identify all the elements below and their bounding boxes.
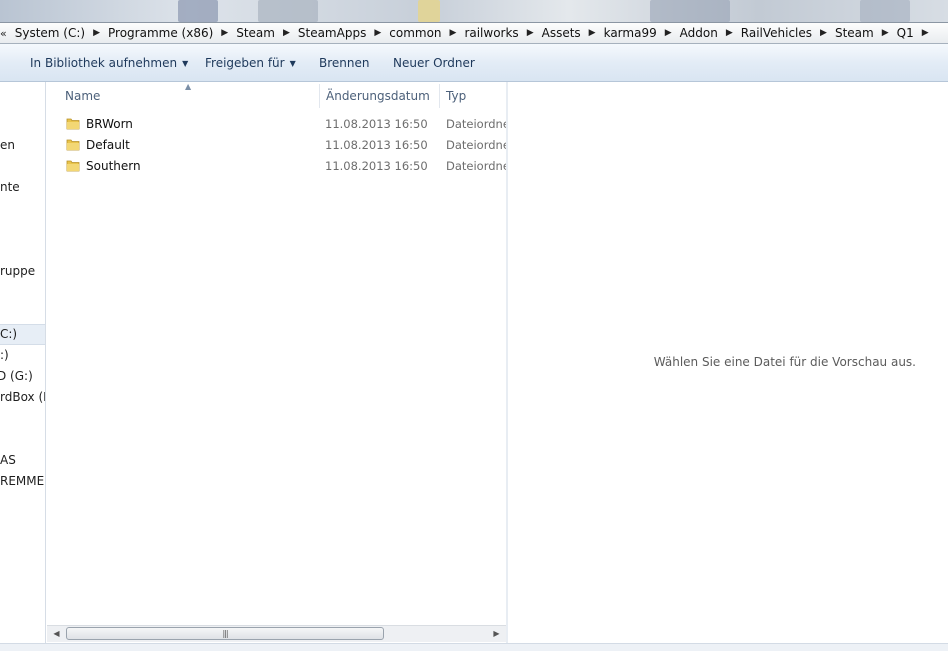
breadcrumb-segment[interactable]: Steam ▶ bbox=[829, 26, 891, 40]
nav-item[interactable]: D (G:) bbox=[0, 369, 33, 383]
new-folder-label: Neuer Ordner bbox=[393, 56, 475, 70]
file-name[interactable]: BRWorn bbox=[86, 117, 133, 131]
burn-button[interactable]: Brennen bbox=[319, 44, 369, 82]
chevron-right-icon[interactable]: ▶ bbox=[880, 28, 891, 38]
file-list-pane[interactable]: ▲ Name Änderungsdatum Typ BRWorn 11.08.2… bbox=[47, 82, 506, 643]
column-header-type[interactable]: Typ bbox=[446, 82, 506, 110]
breadcrumb-segment[interactable]: RailVehicles ▶ bbox=[735, 26, 829, 40]
column-divider[interactable] bbox=[319, 84, 320, 108]
file-row[interactable]: BRWorn 11.08.2013 16:50 Dateiordner bbox=[47, 114, 506, 135]
breadcrumb-label[interactable]: Steam bbox=[230, 26, 281, 40]
file-row[interactable]: Southern 11.08.2013 16:50 Dateiordner bbox=[47, 156, 506, 177]
background-blur-shape bbox=[860, 0, 910, 22]
chevron-right-icon[interactable]: ▶ bbox=[663, 28, 674, 38]
breadcrumb-label[interactable]: Assets bbox=[536, 26, 587, 40]
scrollbar-thumb[interactable]: ||| bbox=[66, 627, 384, 640]
chevron-right-icon[interactable]: ▶ bbox=[818, 28, 829, 38]
folder-icon bbox=[66, 160, 80, 172]
share-with-button[interactable]: Freigeben für ▼ bbox=[205, 44, 296, 82]
column-header-name[interactable]: Name bbox=[65, 82, 319, 110]
scroll-left-icon[interactable]: ◀ bbox=[49, 627, 64, 641]
file-type: Dateiordner bbox=[446, 117, 506, 131]
nav-item[interactable]: :) bbox=[0, 348, 9, 362]
breadcrumb-label[interactable]: RailVehicles bbox=[735, 26, 818, 40]
breadcrumb-label[interactable]: Steam bbox=[829, 26, 880, 40]
breadcrumb-label[interactable]: karma99 bbox=[598, 26, 663, 40]
nav-item[interactable]: rdBox (H: bbox=[0, 390, 45, 404]
dropdown-arrow-icon: ▼ bbox=[182, 59, 189, 68]
new-folder-button[interactable]: Neuer Ordner bbox=[393, 44, 475, 82]
address-bar[interactable]: « System (C:) ▶ Programme (x86) ▶ Steam ▶ S… bbox=[0, 22, 948, 44]
chevron-right-icon[interactable]: ▶ bbox=[724, 28, 735, 38]
chevron-right-icon[interactable]: ▶ bbox=[525, 28, 536, 38]
add-to-library-button[interactable]: In Bibliothek aufnehmen ▼ bbox=[30, 44, 188, 82]
status-bar bbox=[0, 643, 948, 651]
nav-item[interactable]: nte bbox=[0, 180, 20, 194]
nav-item[interactable]: en bbox=[0, 138, 15, 152]
file-date: 11.08.2013 16:50 bbox=[325, 138, 428, 152]
file-date: 11.08.2013 16:50 bbox=[325, 117, 428, 131]
breadcrumb-label[interactable]: common bbox=[383, 26, 447, 40]
file-type: Dateiordner bbox=[446, 138, 506, 152]
folder-icon bbox=[66, 118, 80, 130]
add-to-library-label: In Bibliothek aufnehmen bbox=[30, 56, 178, 70]
folder-icon bbox=[66, 139, 80, 151]
file-name[interactable]: Default bbox=[86, 138, 130, 152]
command-toolbar: In Bibliothek aufnehmen ▼ Freigeben für ▼ … bbox=[0, 44, 948, 82]
nav-item-selected[interactable]: C:) bbox=[0, 324, 45, 345]
chevron-right-icon[interactable]: ▶ bbox=[219, 28, 230, 38]
dropdown-arrow-icon: ▼ bbox=[289, 59, 296, 68]
navigation-pane[interactable]: en nte ruppe C:) :) D (G:) rdBox (H: AS … bbox=[0, 82, 46, 643]
horizontal-scrollbar[interactable]: ◀ ||| ▶ bbox=[47, 625, 506, 642]
breadcrumb-segment[interactable]: Steam ▶ bbox=[230, 26, 292, 40]
breadcrumb-label[interactable]: System (C:) bbox=[9, 26, 91, 40]
scroll-right-icon[interactable]: ▶ bbox=[489, 627, 504, 641]
crumb-overflow-icon[interactable]: « bbox=[0, 27, 9, 40]
nav-item[interactable]: AS bbox=[0, 453, 16, 467]
breadcrumb-segment[interactable]: Programme (x86) ▶ bbox=[102, 26, 230, 40]
chevron-right-icon[interactable]: ▶ bbox=[91, 28, 102, 38]
background-blur-shape bbox=[418, 0, 440, 22]
background-blur-shape bbox=[258, 0, 318, 22]
column-divider[interactable] bbox=[439, 84, 440, 108]
file-name[interactable]: Southern bbox=[86, 159, 141, 173]
background-blur-shape bbox=[650, 0, 730, 22]
file-type: Dateiordner bbox=[446, 159, 506, 173]
background-blur-shape bbox=[178, 0, 218, 22]
column-header-date[interactable]: Änderungsdatum bbox=[326, 82, 439, 110]
chevron-right-icon[interactable]: ▶ bbox=[281, 28, 292, 38]
preview-pane: Wählen Sie eine Datei für die Vorschau a… bbox=[508, 82, 948, 643]
breadcrumb-segment[interactable]: Assets ▶ bbox=[536, 26, 598, 40]
chevron-right-icon[interactable]: ▶ bbox=[372, 28, 383, 38]
breadcrumb-label[interactable]: Q1 bbox=[891, 26, 920, 40]
nav-item[interactable]: REMMER bbox=[0, 474, 45, 488]
breadcrumb-label[interactable]: SteamApps bbox=[292, 26, 372, 40]
burn-label: Brennen bbox=[319, 56, 370, 70]
breadcrumb-segment[interactable]: railworks ▶ bbox=[458, 26, 535, 40]
preview-message: Wählen Sie eine Datei für die Vorschau a… bbox=[653, 355, 916, 369]
breadcrumb-label[interactable]: Addon bbox=[674, 26, 724, 40]
file-row[interactable]: Default 11.08.2013 16:50 Dateiordner bbox=[47, 135, 506, 156]
breadcrumb-segment[interactable]: karma99 ▶ bbox=[598, 26, 674, 40]
breadcrumb-segment[interactable]: System (C:) ▶ bbox=[9, 26, 102, 40]
share-with-label: Freigeben für bbox=[205, 56, 285, 70]
breadcrumb-segment[interactable]: Q1 ▶ bbox=[891, 26, 931, 40]
nav-item[interactable]: ruppe bbox=[0, 264, 35, 278]
breadcrumb-segment[interactable]: Addon ▶ bbox=[674, 26, 735, 40]
breadcrumb-segment[interactable]: common ▶ bbox=[383, 26, 458, 40]
breadcrumb-segment[interactable]: SteamApps ▶ bbox=[292, 26, 383, 40]
chevron-right-icon[interactable]: ▶ bbox=[587, 28, 598, 38]
breadcrumb-label[interactable]: railworks bbox=[458, 26, 524, 40]
chevron-right-icon[interactable]: ▶ bbox=[920, 28, 931, 38]
chevron-right-icon[interactable]: ▶ bbox=[448, 28, 459, 38]
desktop-background-strip bbox=[0, 0, 948, 22]
breadcrumb-label[interactable]: Programme (x86) bbox=[102, 26, 219, 40]
file-date: 11.08.2013 16:50 bbox=[325, 159, 428, 173]
